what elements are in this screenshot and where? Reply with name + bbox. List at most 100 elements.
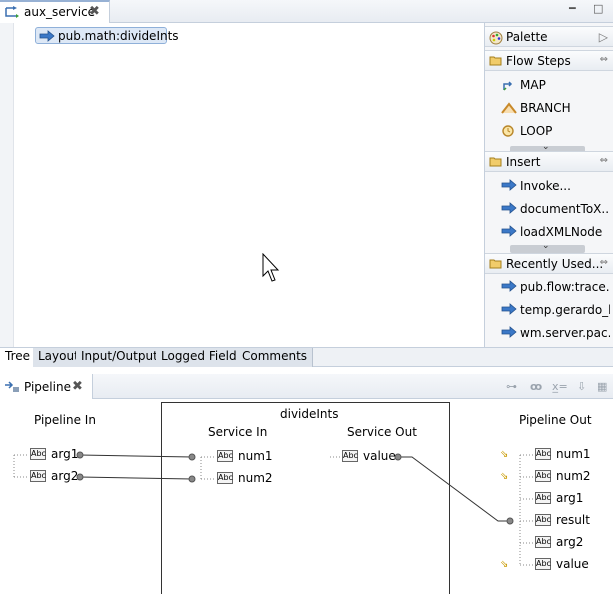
palette-item-label: pub.flow:trace...: [520, 280, 610, 294]
string-type-icon: Abc: [535, 514, 551, 526]
tab-input-output[interactable]: Input/Output: [76, 348, 164, 367]
palette-item-label: LOOP: [520, 124, 553, 138]
palette-section-recently-used[interactable]: Recently Used... ⇔: [485, 253, 613, 274]
palette-section-label: Flow Steps: [506, 54, 571, 68]
modified-marker-icon: ⇘: [500, 559, 509, 570]
var-label: value: [556, 557, 589, 571]
palette-section-flow-steps[interactable]: Flow Steps ⇔: [485, 50, 613, 71]
palette-item-wm-server-pac[interactable]: wm.server.pac...: [485, 322, 613, 344]
invoke-arrow-icon: [501, 202, 517, 214]
string-type-icon: Abc: [217, 450, 233, 462]
var-label: arg2: [556, 535, 584, 549]
close-icon[interactable]: ✖: [89, 4, 100, 19]
palette-item-invoke[interactable]: Invoke...: [485, 175, 613, 197]
palette-item-pub-flow-trace[interactable]: pub.flow:trace...: [485, 276, 613, 298]
minimize-icon[interactable]: ━: [569, 2, 576, 15]
var-label: result: [556, 513, 590, 527]
palette-item-label: loadXMLNode: [520, 225, 603, 239]
string-type-icon: Abc: [535, 448, 551, 460]
break-link-icon[interactable]: ꝏ: [530, 380, 542, 393]
close-icon[interactable]: ✖: [72, 379, 83, 394]
collapse-icon[interactable]: ⇔: [600, 257, 608, 268]
palette-item-label: wm.server.pac...: [520, 326, 610, 340]
palette-item-label: documentToX...: [520, 202, 610, 216]
canvas-gutter: [0, 23, 14, 347]
flow-step-invoke[interactable]: pub.math:divideInts: [35, 27, 179, 44]
palette-item-map[interactable]: MAP: [485, 74, 613, 96]
string-type-icon: Abc: [30, 448, 46, 460]
string-type-icon: Abc: [535, 536, 551, 548]
var-label: num2: [238, 471, 273, 485]
palette-item-document-to-x[interactable]: documentToX...: [485, 198, 613, 220]
folder-open-icon: [489, 56, 502, 66]
string-type-icon: Abc: [535, 492, 551, 504]
var-label: arg2: [51, 469, 79, 483]
branch-icon: [501, 102, 517, 114]
palette-item-label: Invoke...: [520, 179, 571, 193]
pipeline-tab-label: Pipeline: [24, 380, 71, 394]
palette-panel: Palette ▷ Flow Steps ⇔ MAP BRANCH LOOP ⌄…: [484, 23, 613, 347]
palette-icon: [489, 31, 503, 45]
var-label: num1: [238, 449, 273, 463]
filter-icon[interactable]: ⇩: [577, 380, 586, 393]
palette-header[interactable]: Palette ▷: [485, 26, 613, 47]
flow-canvas[interactable]: pub.math:divideInts: [0, 23, 484, 347]
link-icon[interactable]: ⊶: [506, 380, 517, 393]
editor-tab-bar: aux_service ✖ ━ □: [0, 0, 613, 23]
editor-subtab-bar: Tree Layout Input/Output Logged Fields C…: [0, 347, 613, 367]
flow-service-icon: [5, 6, 19, 18]
palette-item-loop[interactable]: LOOP: [485, 120, 613, 142]
var-label: value: [363, 449, 396, 463]
palette-item-load-xml-node[interactable]: loadXMLNode: [485, 221, 613, 243]
palette-section-label: Recently Used...: [506, 257, 604, 271]
invoke-arrow-icon: [501, 179, 517, 191]
pipeline-area: Pipeline In divideInts Service In Servic…: [0, 399, 613, 594]
palette-section-insert[interactable]: Insert ⇔: [485, 151, 613, 172]
set-value-icon[interactable]: x̲=: [552, 380, 568, 393]
folder-open-icon: [489, 157, 502, 167]
tab-comments[interactable]: Comments: [237, 348, 314, 367]
collapse-icon[interactable]: ⇔: [600, 155, 608, 166]
pipeline-links: [13, 451, 534, 566]
mouse-cursor-icon: [262, 253, 280, 282]
palette-item-label: temp.gerardo_l...: [520, 303, 610, 317]
palette-item-temp-gerardo[interactable]: temp.gerardo_l...: [485, 299, 613, 321]
flow-step-label: pub.math:divideInts: [58, 29, 179, 43]
palette-title: Palette: [506, 30, 548, 44]
palette-item-label: MAP: [520, 78, 546, 92]
string-type-icon: Abc: [217, 472, 233, 484]
invoke-arrow-icon: [501, 225, 517, 237]
string-type-icon: Abc: [30, 470, 46, 482]
palette-item-label: BRANCH: [520, 101, 571, 115]
invoke-arrow-icon: [39, 30, 55, 42]
var-label: num1: [556, 447, 591, 461]
palette-item-branch[interactable]: BRANCH: [485, 97, 613, 119]
chevron-right-icon[interactable]: ▷: [599, 30, 608, 44]
var-label: arg1: [556, 491, 584, 505]
modified-marker-icon: ⇘: [500, 449, 509, 460]
maximize-icon[interactable]: □: [593, 2, 603, 15]
pipeline-icon: [5, 381, 19, 392]
invoke-arrow-icon: [501, 326, 517, 338]
string-type-icon: Abc: [535, 558, 551, 570]
loop-icon: [502, 125, 514, 137]
pipeline-view-tab[interactable]: Pipeline ✖: [0, 374, 93, 399]
string-type-icon: Abc: [342, 450, 358, 462]
layout-icon[interactable]: ▦: [597, 380, 607, 393]
folder-open-icon: [489, 259, 502, 269]
tab-tree[interactable]: Tree: [0, 348, 37, 367]
pipeline-tab-bar: Pipeline ✖ ⊶ ꝏ x̲= ⇩ ▦: [0, 374, 613, 399]
scroll-more-handle[interactable]: ⌄: [510, 241, 585, 253]
collapse-icon[interactable]: ⇔: [600, 54, 608, 65]
palette-section-label: Insert: [506, 155, 541, 169]
modified-marker-icon: ⇘: [500, 471, 509, 482]
var-label: arg1: [51, 447, 79, 461]
var-label: num2: [556, 469, 591, 483]
tab-logged-fields[interactable]: Logged Fields: [156, 348, 249, 367]
map-icon: [503, 81, 513, 91]
invoke-arrow-icon: [501, 280, 517, 292]
string-type-icon: Abc: [535, 470, 551, 482]
invoke-arrow-icon: [501, 303, 517, 315]
editor-tab-label: aux_service: [24, 5, 96, 19]
editor-tab-aux-service[interactable]: aux_service ✖: [0, 0, 110, 23]
